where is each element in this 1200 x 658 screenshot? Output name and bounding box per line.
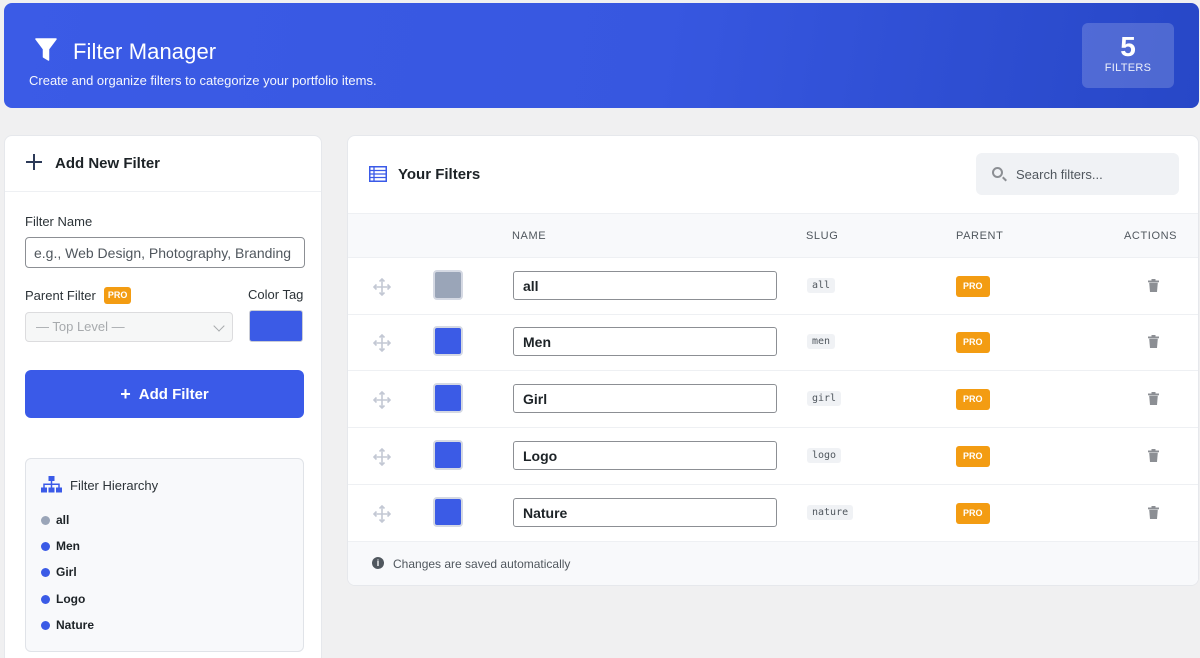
plus-icon xyxy=(26,154,42,170)
column-header-slug: SLUG xyxy=(806,230,839,242)
parent-pro-badge: PRO xyxy=(956,276,990,297)
parent-pro-badge: PRO xyxy=(956,332,990,353)
slug-badge: girl xyxy=(807,391,842,406)
hierarchy-item-label: all xyxy=(56,513,70,527)
page-subtitle: Create and organize filters to categoriz… xyxy=(29,73,377,88)
info-icon: i xyxy=(372,557,384,569)
filters-table-title: Your Filters xyxy=(398,166,481,183)
slug-badge: all xyxy=(807,278,836,293)
hierarchy-item-label: Men xyxy=(56,539,80,553)
table-header-row: NAME SLUG PARENT ACTIONS xyxy=(348,214,1198,258)
color-dot xyxy=(41,620,50,630)
color-tag-picker[interactable] xyxy=(249,310,303,342)
hierarchy-item: Nature xyxy=(41,618,94,632)
funnel-icon xyxy=(35,38,57,61)
filter-count-box: 5 FILTERS xyxy=(1082,23,1174,88)
add-filter-button-label: Add Filter xyxy=(138,385,209,403)
hierarchy-item: Girl xyxy=(41,565,77,579)
filters-table-panel: Your Filters NAME SLUG PARENT ACTIONS al… xyxy=(347,135,1199,586)
slug-badge: logo xyxy=(807,448,842,463)
filter-count: 5 xyxy=(1120,31,1136,62)
color-swatch[interactable] xyxy=(433,440,463,470)
parent-pro-badge: PRO xyxy=(956,389,990,410)
sitemap-icon xyxy=(41,476,62,493)
search-box xyxy=(976,153,1179,195)
color-dot xyxy=(41,567,50,577)
filter-name-label: Filter Name xyxy=(25,214,93,229)
table-row: girl PRO xyxy=(348,371,1198,428)
filter-name-field[interactable] xyxy=(513,271,777,300)
parent-pro-badge: PRO xyxy=(956,503,990,524)
color-swatch[interactable] xyxy=(433,383,463,413)
trash-icon[interactable] xyxy=(1148,449,1159,462)
filters-table-footer: i Changes are saved automatically xyxy=(348,542,1198,585)
filters-table-header: Your Filters xyxy=(348,136,1198,214)
drag-handle-icon[interactable] xyxy=(373,448,391,466)
add-filter-button[interactable]: + Add Filter xyxy=(25,370,304,418)
drag-handle-icon[interactable] xyxy=(373,278,391,296)
table-row: men PRO xyxy=(348,314,1198,371)
page-header: Filter Manager Create and organize filte… xyxy=(4,3,1199,108)
color-dot xyxy=(41,541,50,551)
table-row: all PRO xyxy=(348,258,1198,315)
color-swatch[interactable] xyxy=(433,497,463,527)
filter-name-input[interactable] xyxy=(25,237,305,268)
hierarchy-item: Logo xyxy=(41,592,85,606)
column-header-name: NAME xyxy=(512,230,547,242)
drag-handle-icon[interactable] xyxy=(373,334,391,352)
trash-icon[interactable] xyxy=(1148,335,1159,348)
add-filter-title: Add New Filter xyxy=(55,155,161,172)
column-header-parent: PARENT xyxy=(956,230,1004,242)
add-filter-panel: Add New Filter Filter Name Parent Filter… xyxy=(4,135,322,658)
hierarchy-item-label: Logo xyxy=(56,592,86,606)
chevron-down-icon xyxy=(213,320,225,332)
color-swatch[interactable] xyxy=(433,270,463,300)
page-title: Filter Manager xyxy=(73,39,217,64)
hierarchy-item: all xyxy=(41,513,69,527)
parent-filter-label-row: Parent Filter PRO xyxy=(25,287,132,304)
filter-name-field[interactable] xyxy=(513,441,777,470)
slug-badge: nature xyxy=(807,505,854,520)
parent-filter-label: Parent Filter xyxy=(25,288,96,303)
table-row: logo PRO xyxy=(348,428,1198,485)
trash-icon[interactable] xyxy=(1148,392,1159,405)
filter-name-field[interactable] xyxy=(513,384,777,413)
search-input[interactable] xyxy=(1016,164,1166,184)
list-icon xyxy=(369,166,387,182)
plus-icon: + xyxy=(120,384,131,404)
parent-filter-select[interactable]: — Top Level — xyxy=(25,312,233,342)
filter-hierarchy-title: Filter Hierarchy xyxy=(70,478,159,493)
drag-handle-icon[interactable] xyxy=(373,505,391,523)
color-dot xyxy=(41,515,50,525)
drag-handle-icon[interactable] xyxy=(373,391,391,409)
color-tag-label: Color Tag xyxy=(248,287,304,302)
parent-filter-value: — Top Level — xyxy=(36,319,125,334)
color-swatch[interactable] xyxy=(433,326,463,356)
filter-count-label: FILTERS xyxy=(1104,62,1152,74)
pro-badge: PRO xyxy=(103,287,132,304)
search-icon xyxy=(992,167,1003,178)
autosave-note: Changes are saved automatically xyxy=(393,557,571,571)
table-row: nature PRO xyxy=(348,485,1198,542)
add-filter-header: Add New Filter xyxy=(5,136,321,192)
column-header-actions: ACTIONS xyxy=(1124,230,1178,242)
trash-icon[interactable] xyxy=(1148,506,1159,519)
color-dot xyxy=(41,594,50,604)
parent-pro-badge: PRO xyxy=(956,446,990,467)
hierarchy-item: Men xyxy=(41,539,80,553)
filter-name-field[interactable] xyxy=(513,498,777,527)
trash-icon[interactable] xyxy=(1148,279,1159,292)
filter-name-field[interactable] xyxy=(513,327,777,356)
hierarchy-item-label: Nature xyxy=(56,618,95,632)
filter-hierarchy: Filter Hierarchy all Men Girl Logo Natur… xyxy=(25,458,304,652)
slug-badge: men xyxy=(807,334,836,349)
hierarchy-item-label: Girl xyxy=(56,565,77,579)
